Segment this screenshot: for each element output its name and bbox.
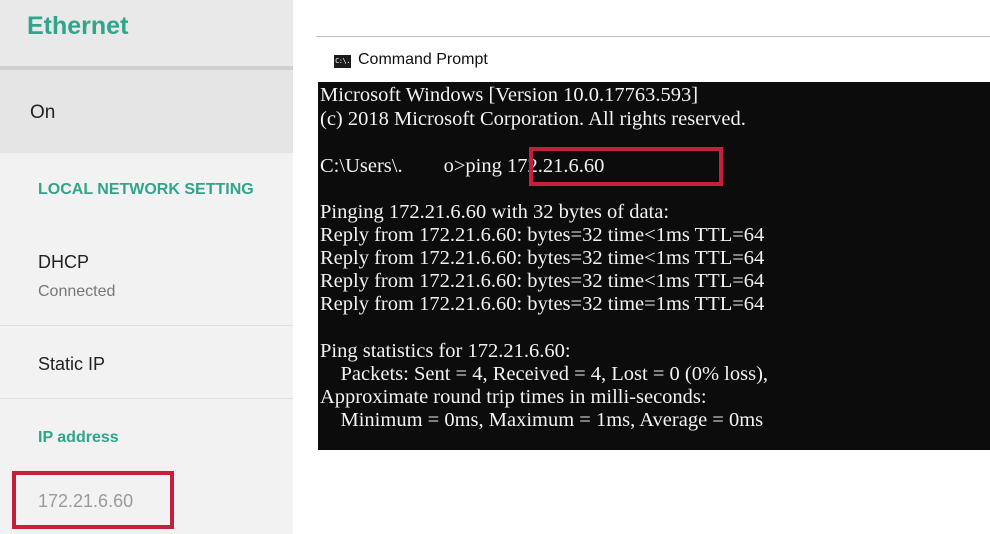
console-line: Reply from 172.21.6.60: bytes=32 time<1m… xyxy=(320,224,765,246)
console-line: Pinging 172.21.6.60 with 32 bytes of dat… xyxy=(320,201,670,223)
console-line: Reply from 172.21.6.60: bytes=32 time<1m… xyxy=(320,270,765,292)
console-line: Ping statistics for 172.21.6.60: xyxy=(320,340,571,362)
static-ip-label: Static IP xyxy=(38,354,106,374)
ethernet-settings-panel: Ethernet On LOCAL NETWORK SETTING DHCP C… xyxy=(0,0,293,534)
ping-command-highlight xyxy=(529,147,723,186)
console-line: Minimum = 0ms, Maximum = 1ms, Average = … xyxy=(320,409,764,431)
ethernet-state-label: On xyxy=(30,102,56,123)
dhcp-status: Connected xyxy=(38,283,116,300)
console-line: Packets: Sent = 4, Received = 4, Lost = … xyxy=(320,363,769,385)
console-output[interactable]: Microsoft Windows [Version 10.0.17763.59… xyxy=(318,82,990,450)
console-line: (c) 2018 Microsoft Corporation. All righ… xyxy=(320,108,746,130)
local-network-section-header: LOCAL NETWORK SETTING xyxy=(38,181,254,198)
command-prompt-window: C:\. Command Prompt Microsoft Windows [V… xyxy=(316,36,990,450)
console-line: Approximate round trip times in milli-se… xyxy=(320,386,707,408)
window-title: Command Prompt xyxy=(358,51,488,68)
console-icon: C:\. xyxy=(334,55,351,68)
dhcp-option[interactable]: DHCP Connected xyxy=(0,222,293,326)
ethernet-toggle-row[interactable]: On xyxy=(0,70,293,153)
console-line: Reply from 172.21.6.60: bytes=32 time=1m… xyxy=(320,293,765,315)
settings-header: Ethernet xyxy=(0,0,293,70)
static-ip-option[interactable]: Static IP xyxy=(0,326,293,399)
window-titlebar[interactable]: C:\. Command Prompt xyxy=(316,37,990,82)
ip-address-highlight xyxy=(12,471,174,529)
ip-address-section-header: IP address xyxy=(38,429,119,446)
console-line: Reply from 172.21.6.60: bytes=32 time<1m… xyxy=(320,247,765,269)
page-title: Ethernet xyxy=(27,12,129,40)
dhcp-label: DHCP xyxy=(38,252,90,272)
console-line: Microsoft Windows [Version 10.0.17763.59… xyxy=(320,84,699,106)
